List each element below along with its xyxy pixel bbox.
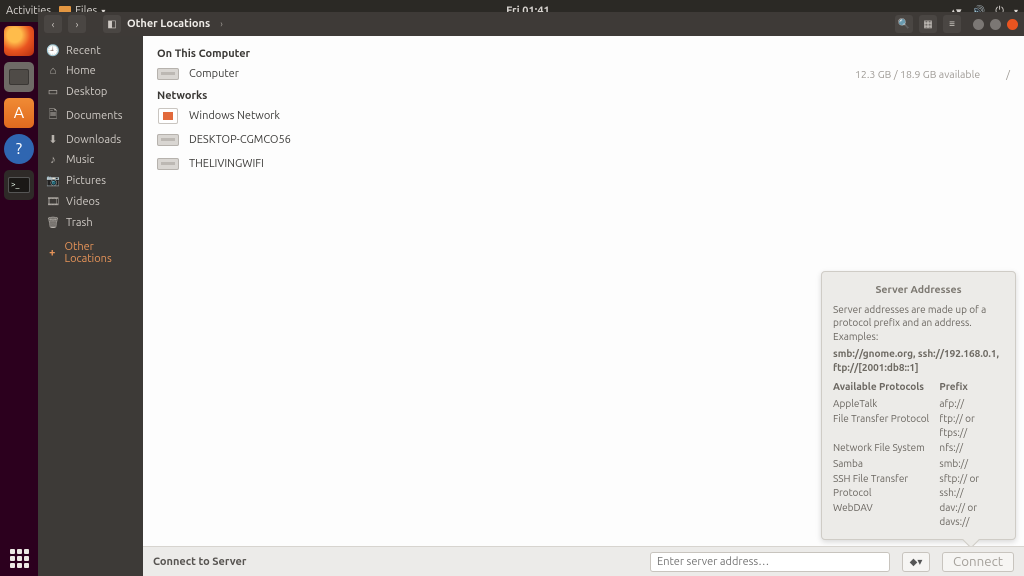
file-manager-icon: [9, 69, 29, 85]
table-row: AppleTalkafp://: [833, 396, 1004, 412]
connect-to-server-bar: Connect to Server ◆▾ Connect: [143, 546, 1024, 576]
server-icon: [157, 134, 179, 146]
row-label: THELIVINGWIFI: [189, 158, 1010, 170]
windows-network-icon: [158, 108, 178, 124]
documents-icon: 🗎: [46, 106, 60, 125]
table-row: File Transfer Protocolftp:// or ftps://: [833, 411, 1004, 440]
sidebar-item-label: Videos: [66, 196, 100, 208]
hamburger-menu-button[interactable]: ≡: [943, 15, 961, 33]
server-history-button[interactable]: ◆▾: [902, 552, 930, 572]
row-computer[interactable]: Computer 12.3 GB / 18.9 GB available /: [157, 62, 1010, 86]
section-networks: Networks: [157, 90, 1010, 102]
connect-label: Connect to Server: [153, 556, 246, 568]
window-maximize-button[interactable]: [990, 19, 1001, 30]
row-label: DESKTOP-CGMCO56: [189, 134, 1010, 146]
path-toggle-button[interactable]: ◧: [103, 15, 121, 33]
sidebar-item-videos[interactable]: 🎞 Videos: [38, 191, 143, 212]
sidebar-item-other-locations[interactable]: + Other Locations: [38, 237, 143, 269]
sidebar-item-label: Documents: [66, 110, 123, 122]
launcher-help[interactable]: ?: [4, 134, 34, 164]
table-row: SSH File Transfer Protocolsftp:// or ssh…: [833, 471, 1004, 500]
drive-icon: [157, 68, 179, 80]
sidebar-item-label: Pictures: [66, 175, 106, 187]
sidebar-item-music[interactable]: ♪ Music: [38, 150, 143, 170]
server-address-input[interactable]: [650, 552, 890, 572]
downloads-icon: ⬇: [46, 133, 60, 146]
col-protocols: Available Protocols: [833, 380, 939, 396]
sidebar-item-trash[interactable]: 🗑 Trash: [38, 212, 143, 233]
trash-icon: 🗑: [46, 216, 60, 229]
sidebar-item-label: Other Locations: [64, 241, 135, 265]
sidebar-item-label: Home: [66, 65, 96, 77]
window-minimize-button[interactable]: [973, 19, 984, 30]
places-sidebar: 🕘 Recent ⌂ Home ▭ Desktop 🗎 Documents ⬇ Downl…: [38, 36, 143, 576]
header-bar: ‹ › ◧ Other Locations › 🔍 ▦ ≡: [38, 12, 1024, 36]
launcher-software[interactable]: A: [4, 98, 34, 128]
sidebar-item-label: Recent: [66, 45, 101, 57]
home-icon: ⌂: [46, 65, 60, 77]
server-addresses-popover: Server Addresses Server addresses are ma…: [821, 271, 1016, 540]
launcher-terminal[interactable]: >_: [4, 170, 34, 200]
launcher-firefox[interactable]: [4, 26, 34, 56]
sidebar-item-downloads[interactable]: ⬇ Downloads: [38, 129, 143, 150]
sidebar-item-home[interactable]: ⌂ Home: [38, 61, 143, 81]
launcher-files[interactable]: [4, 62, 34, 92]
table-row: Network File Systemnfs://: [833, 440, 1004, 456]
sidebar-item-pictures[interactable]: 📷 Pictures: [38, 170, 143, 191]
chevron-right-icon: ›: [220, 19, 223, 29]
plus-icon: +: [46, 247, 58, 259]
popover-title: Server Addresses: [833, 282, 1004, 296]
search-button[interactable]: 🔍: [895, 15, 913, 33]
disk-usage: 12.3 GB / 18.9 GB available: [855, 68, 980, 80]
nautilus-window: ‹ › ◧ Other Locations › 🔍 ▦ ≡ 🕘 Recent ⌂ H…: [38, 12, 1024, 576]
row-label: Computer: [189, 68, 845, 80]
nav-back-button[interactable]: ‹: [44, 15, 62, 33]
view-grid-button[interactable]: ▦: [919, 15, 937, 33]
sidebar-item-label: Downloads: [66, 134, 121, 146]
popover-examples: smb://gnome.org, ssh://192.168.0.1, ftp:…: [833, 347, 1004, 374]
apps-grid-icon: [10, 549, 29, 568]
table-row: WebDAVdav:// or davs://: [833, 500, 1004, 529]
clock-icon: 🕘: [46, 44, 60, 57]
videos-icon: 🎞: [46, 195, 60, 208]
nav-forward-button[interactable]: ›: [68, 15, 86, 33]
mount-path: /: [1006, 68, 1010, 80]
table-row: Sambasmb://: [833, 456, 1004, 472]
row-network-host[interactable]: THELIVINGWIFI: [157, 152, 1010, 176]
path-title[interactable]: Other Locations: [127, 18, 210, 30]
popover-description: Server addresses are made up of a protoc…: [833, 303, 1004, 344]
sidebar-item-label: Desktop: [66, 86, 107, 98]
protocols-table: Available ProtocolsPrefix AppleTalkafp:/…: [833, 380, 1004, 529]
sidebar-item-recent[interactable]: 🕘 Recent: [38, 40, 143, 61]
terminal-icon: >_: [8, 177, 30, 193]
server-icon: [157, 158, 179, 170]
pictures-icon: 📷: [46, 174, 60, 187]
show-applications[interactable]: [10, 549, 29, 568]
music-icon: ♪: [46, 154, 60, 166]
section-on-this-computer: On This Computer: [157, 48, 1010, 60]
unity-launcher: A ? >_: [0, 22, 38, 576]
row-windows-network[interactable]: Windows Network: [157, 104, 1010, 128]
col-prefix: Prefix: [939, 380, 1004, 396]
row-label: Windows Network: [189, 110, 1010, 122]
connect-button[interactable]: Connect: [942, 552, 1014, 572]
sidebar-item-label: Music: [66, 154, 94, 166]
desktop-icon: ▭: [46, 85, 60, 98]
window-close-button[interactable]: [1007, 19, 1018, 30]
sidebar-item-desktop[interactable]: ▭ Desktop: [38, 81, 143, 102]
main-content: On This Computer Computer 12.3 GB / 18.9…: [143, 36, 1024, 576]
sidebar-item-label: Trash: [66, 217, 93, 229]
sidebar-item-documents[interactable]: 🗎 Documents: [38, 102, 143, 129]
row-network-host[interactable]: DESKTOP-CGMCO56: [157, 128, 1010, 152]
